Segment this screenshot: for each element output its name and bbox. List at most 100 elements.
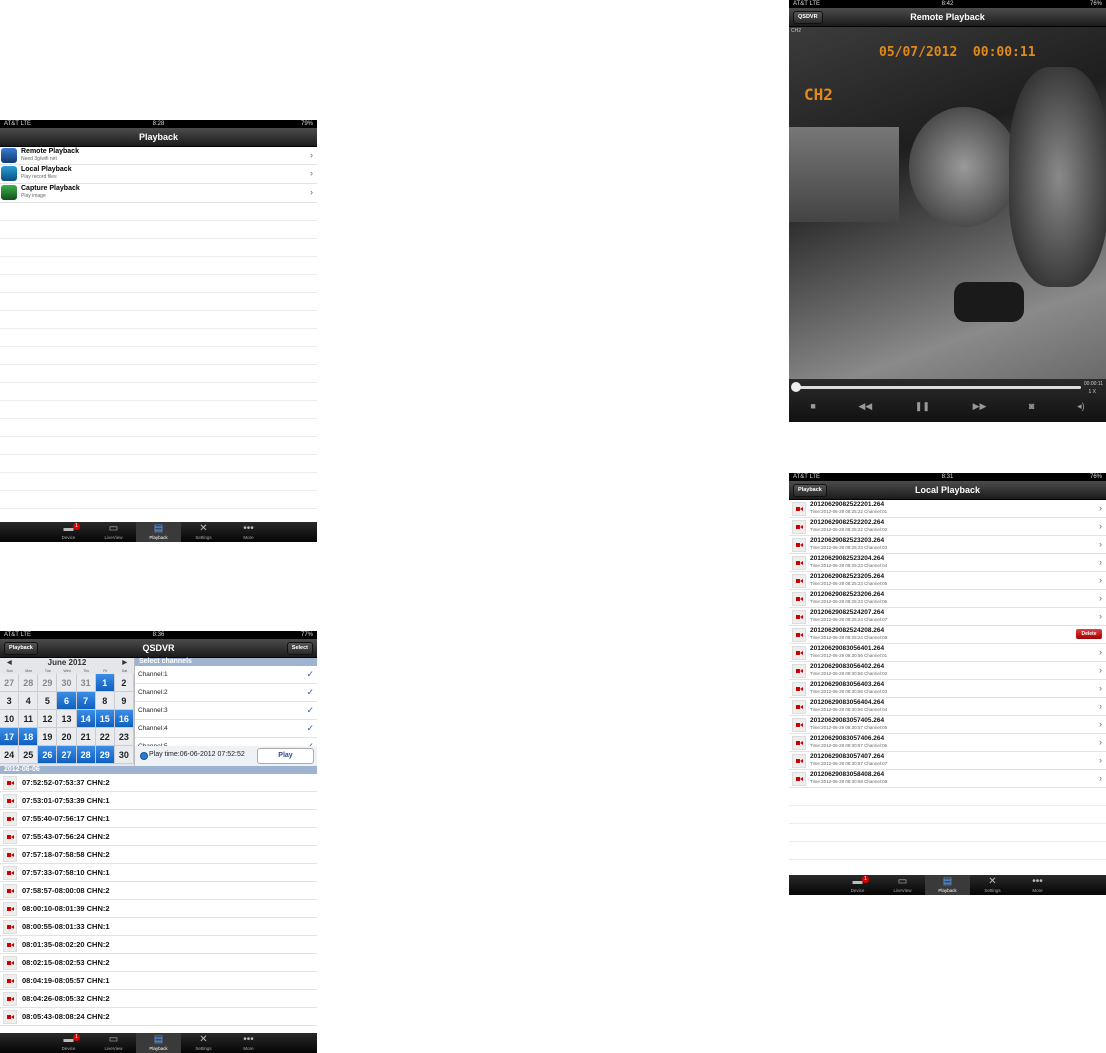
calendar-day[interactable]: 13	[57, 710, 77, 728]
record-row[interactable]: 07:55:40-07:56:17 CHN:1	[0, 810, 317, 828]
calendar-day[interactable]: 2	[114, 674, 134, 692]
progress-thumb[interactable]	[791, 382, 801, 392]
calendar-day[interactable]: 29	[95, 746, 115, 764]
back-button[interactable]: Playback	[4, 642, 38, 655]
record-row[interactable]: 08:01:35-08:02:20 CHN:2	[0, 936, 317, 954]
calendar-day[interactable]: 24	[0, 746, 20, 764]
tab-liveview[interactable]: ▭ LiveView	[880, 875, 925, 895]
tab-more[interactable]: ••• More	[1015, 875, 1060, 895]
tab-liveview[interactable]: ▭ LiveView	[91, 1033, 136, 1053]
file-row[interactable]: 20120629082523203.264 Time:2012-06-29 08:…	[789, 536, 1106, 554]
tab-settings[interactable]: ✕ Settings	[181, 1033, 226, 1053]
calendar-day[interactable]: 30	[114, 746, 134, 764]
rewind-icon[interactable]: ◀◀	[858, 401, 872, 412]
calendar-day[interactable]: 31	[76, 674, 96, 692]
calendar-day[interactable]: 3	[0, 692, 20, 710]
delete-button[interactable]: Delete	[1076, 629, 1102, 639]
file-row[interactable]: 20120629083058408.264 Time:2012-06-29 08:…	[789, 770, 1106, 788]
file-row[interactable]: 20120629083056402.264 Time:2012-06-29 08:…	[789, 662, 1106, 680]
calendar-day[interactable]: 14	[76, 710, 96, 728]
calendar-day[interactable]: 23	[114, 728, 134, 746]
calendar-day[interactable]: 21	[76, 728, 96, 746]
record-row[interactable]: 07:57:18-07:58:58 CHN:2	[0, 846, 317, 864]
calendar-day[interactable]: 19	[38, 728, 58, 746]
record-row[interactable]: 08:02:15-08:02:53 CHN:2	[0, 954, 317, 972]
tab-playback[interactable]: ▤ Playback	[136, 522, 181, 542]
calendar-day[interactable]: 18	[19, 728, 39, 746]
stop-icon[interactable]: ■	[810, 401, 815, 412]
fast-forward-icon[interactable]: ▶▶	[973, 401, 987, 412]
calendar-day[interactable]: 7	[76, 692, 96, 710]
tab-playback[interactable]: ▤ Playback	[136, 1033, 181, 1053]
tab-more[interactable]: ••• More	[226, 522, 271, 542]
next-month-icon[interactable]: ▶	[122, 659, 127, 666]
tab-device[interactable]: ▬ 1 Device	[46, 522, 91, 542]
select-button[interactable]: Select	[286, 642, 313, 655]
file-row[interactable]: 20120629082522201.264 Time:2012-06-29 08:…	[789, 500, 1106, 518]
record-row[interactable]: 08:00:55-08:01:33 CHN:1	[0, 918, 317, 936]
calendar-day[interactable]: 27	[0, 674, 20, 692]
calendar-day[interactable]: 6	[57, 692, 77, 710]
tab-liveview[interactable]: ▭ LiveView	[91, 522, 136, 542]
menu-item-capture-playback[interactable]: Capture Playback Play image ›	[0, 184, 317, 203]
calendar-day[interactable]: 11	[19, 710, 39, 728]
tab-settings[interactable]: ✕ Settings	[970, 875, 1015, 895]
file-row[interactable]: 20120629082524208.264 Time:2012-06-29 08:…	[789, 626, 1106, 644]
calendar-day[interactable]: 20	[57, 728, 77, 746]
file-row[interactable]: 20120629082523206.264 Time:2012-06-29 08:…	[789, 590, 1106, 608]
calendar-day[interactable]: 12	[38, 710, 58, 728]
calendar-day[interactable]: 5	[38, 692, 58, 710]
calendar-day[interactable]: 28	[19, 674, 39, 692]
pause-icon[interactable]: ❚❚	[915, 401, 930, 412]
file-row[interactable]: 20120629082523204.264 Time:2012-06-29 08:…	[789, 554, 1106, 572]
calendar-day[interactable]: 4	[19, 692, 39, 710]
file-row[interactable]: 20120629083056401.264 Time:2012-06-29 08:…	[789, 644, 1106, 662]
calendar-day[interactable]: 25	[19, 746, 39, 764]
file-row[interactable]: 20120629082524207.264 Time:2012-06-29 08:…	[789, 608, 1106, 626]
record-row[interactable]: 08:04:26-08:05:32 CHN:2	[0, 990, 317, 1008]
prev-month-icon[interactable]: ◀	[7, 659, 12, 666]
radio-icon[interactable]	[140, 752, 148, 760]
back-button[interactable]: Playback	[793, 484, 827, 497]
channel-row[interactable]: Channel:3 ✓	[135, 702, 317, 720]
calendar-day[interactable]: 29	[38, 674, 58, 692]
calendar-day[interactable]: 9	[114, 692, 134, 710]
file-row[interactable]: 20120629083057407.264 Time:2012-06-29 08:…	[789, 752, 1106, 770]
menu-item-local-playback[interactable]: Local Playback Play record files ›	[0, 165, 317, 184]
volume-icon[interactable]: ◂)	[1077, 401, 1085, 412]
tab-settings[interactable]: ✕ Settings	[181, 522, 226, 542]
tab-more[interactable]: ••• More	[226, 1033, 271, 1053]
channel-row[interactable]: Channel:4 ✓	[135, 720, 317, 738]
calendar-day[interactable]: 26	[38, 746, 58, 764]
tab-device[interactable]: ▬ 1 Device	[46, 1033, 91, 1053]
channel-row[interactable]: Channel:1 ✓	[135, 666, 317, 684]
file-row[interactable]: 20120629083056403.264 Time:2012-06-29 08:…	[789, 680, 1106, 698]
record-row[interactable]: 08:05:43-08:08:24 CHN:2	[0, 1008, 317, 1026]
calendar-day[interactable]: 17	[0, 728, 20, 746]
tab-device[interactable]: ▬ 1 Device	[835, 875, 880, 895]
menu-item-remote-playback[interactable]: Remote Playback Need 3g/wifi net ›	[0, 147, 317, 165]
video-view[interactable]: CH2 05/07/2012 00:00:11 CH2	[789, 27, 1106, 379]
file-row[interactable]: 20120629083056404.264 Time:2012-06-29 08:…	[789, 698, 1106, 716]
channel-row[interactable]: Channel:2 ✓	[135, 684, 317, 702]
record-row[interactable]: 07:53:01-07:53:39 CHN:1	[0, 792, 317, 810]
record-row[interactable]: 07:58:57-08:00:08 CHN:2	[0, 882, 317, 900]
record-row[interactable]: 08:04:19-08:05:57 CHN:1	[0, 972, 317, 990]
file-row[interactable]: 20120629083057406.264 Time:2012-06-29 08:…	[789, 734, 1106, 752]
calendar-day[interactable]: 22	[95, 728, 115, 746]
file-row[interactable]: 20120629083057405.264 Time:2012-06-29 08:…	[789, 716, 1106, 734]
calendar-day[interactable]: 1	[95, 674, 115, 692]
record-row[interactable]: 07:55:43-07:56:24 CHN:2	[0, 828, 317, 846]
record-row[interactable]: 08:00:10-08:01:39 CHN:2	[0, 900, 317, 918]
play-button[interactable]: Play	[257, 748, 314, 764]
record-row[interactable]: 07:52:52-07:53:37 CHN:2	[0, 774, 317, 792]
calendar-day[interactable]: 30	[57, 674, 77, 692]
file-row[interactable]: 20120629082523205.264 Time:2012-06-29 08:…	[789, 572, 1106, 590]
tab-playback[interactable]: ▤ Playback	[925, 875, 970, 895]
record-row[interactable]: 07:57:33-07:58:10 CHN:1	[0, 864, 317, 882]
progress-track[interactable]	[795, 386, 1081, 389]
calendar-day[interactable]: 27	[57, 746, 77, 764]
calendar-day[interactable]: 8	[95, 692, 115, 710]
calendar-day[interactable]: 10	[0, 710, 20, 728]
calendar-day[interactable]: 16	[114, 710, 134, 728]
